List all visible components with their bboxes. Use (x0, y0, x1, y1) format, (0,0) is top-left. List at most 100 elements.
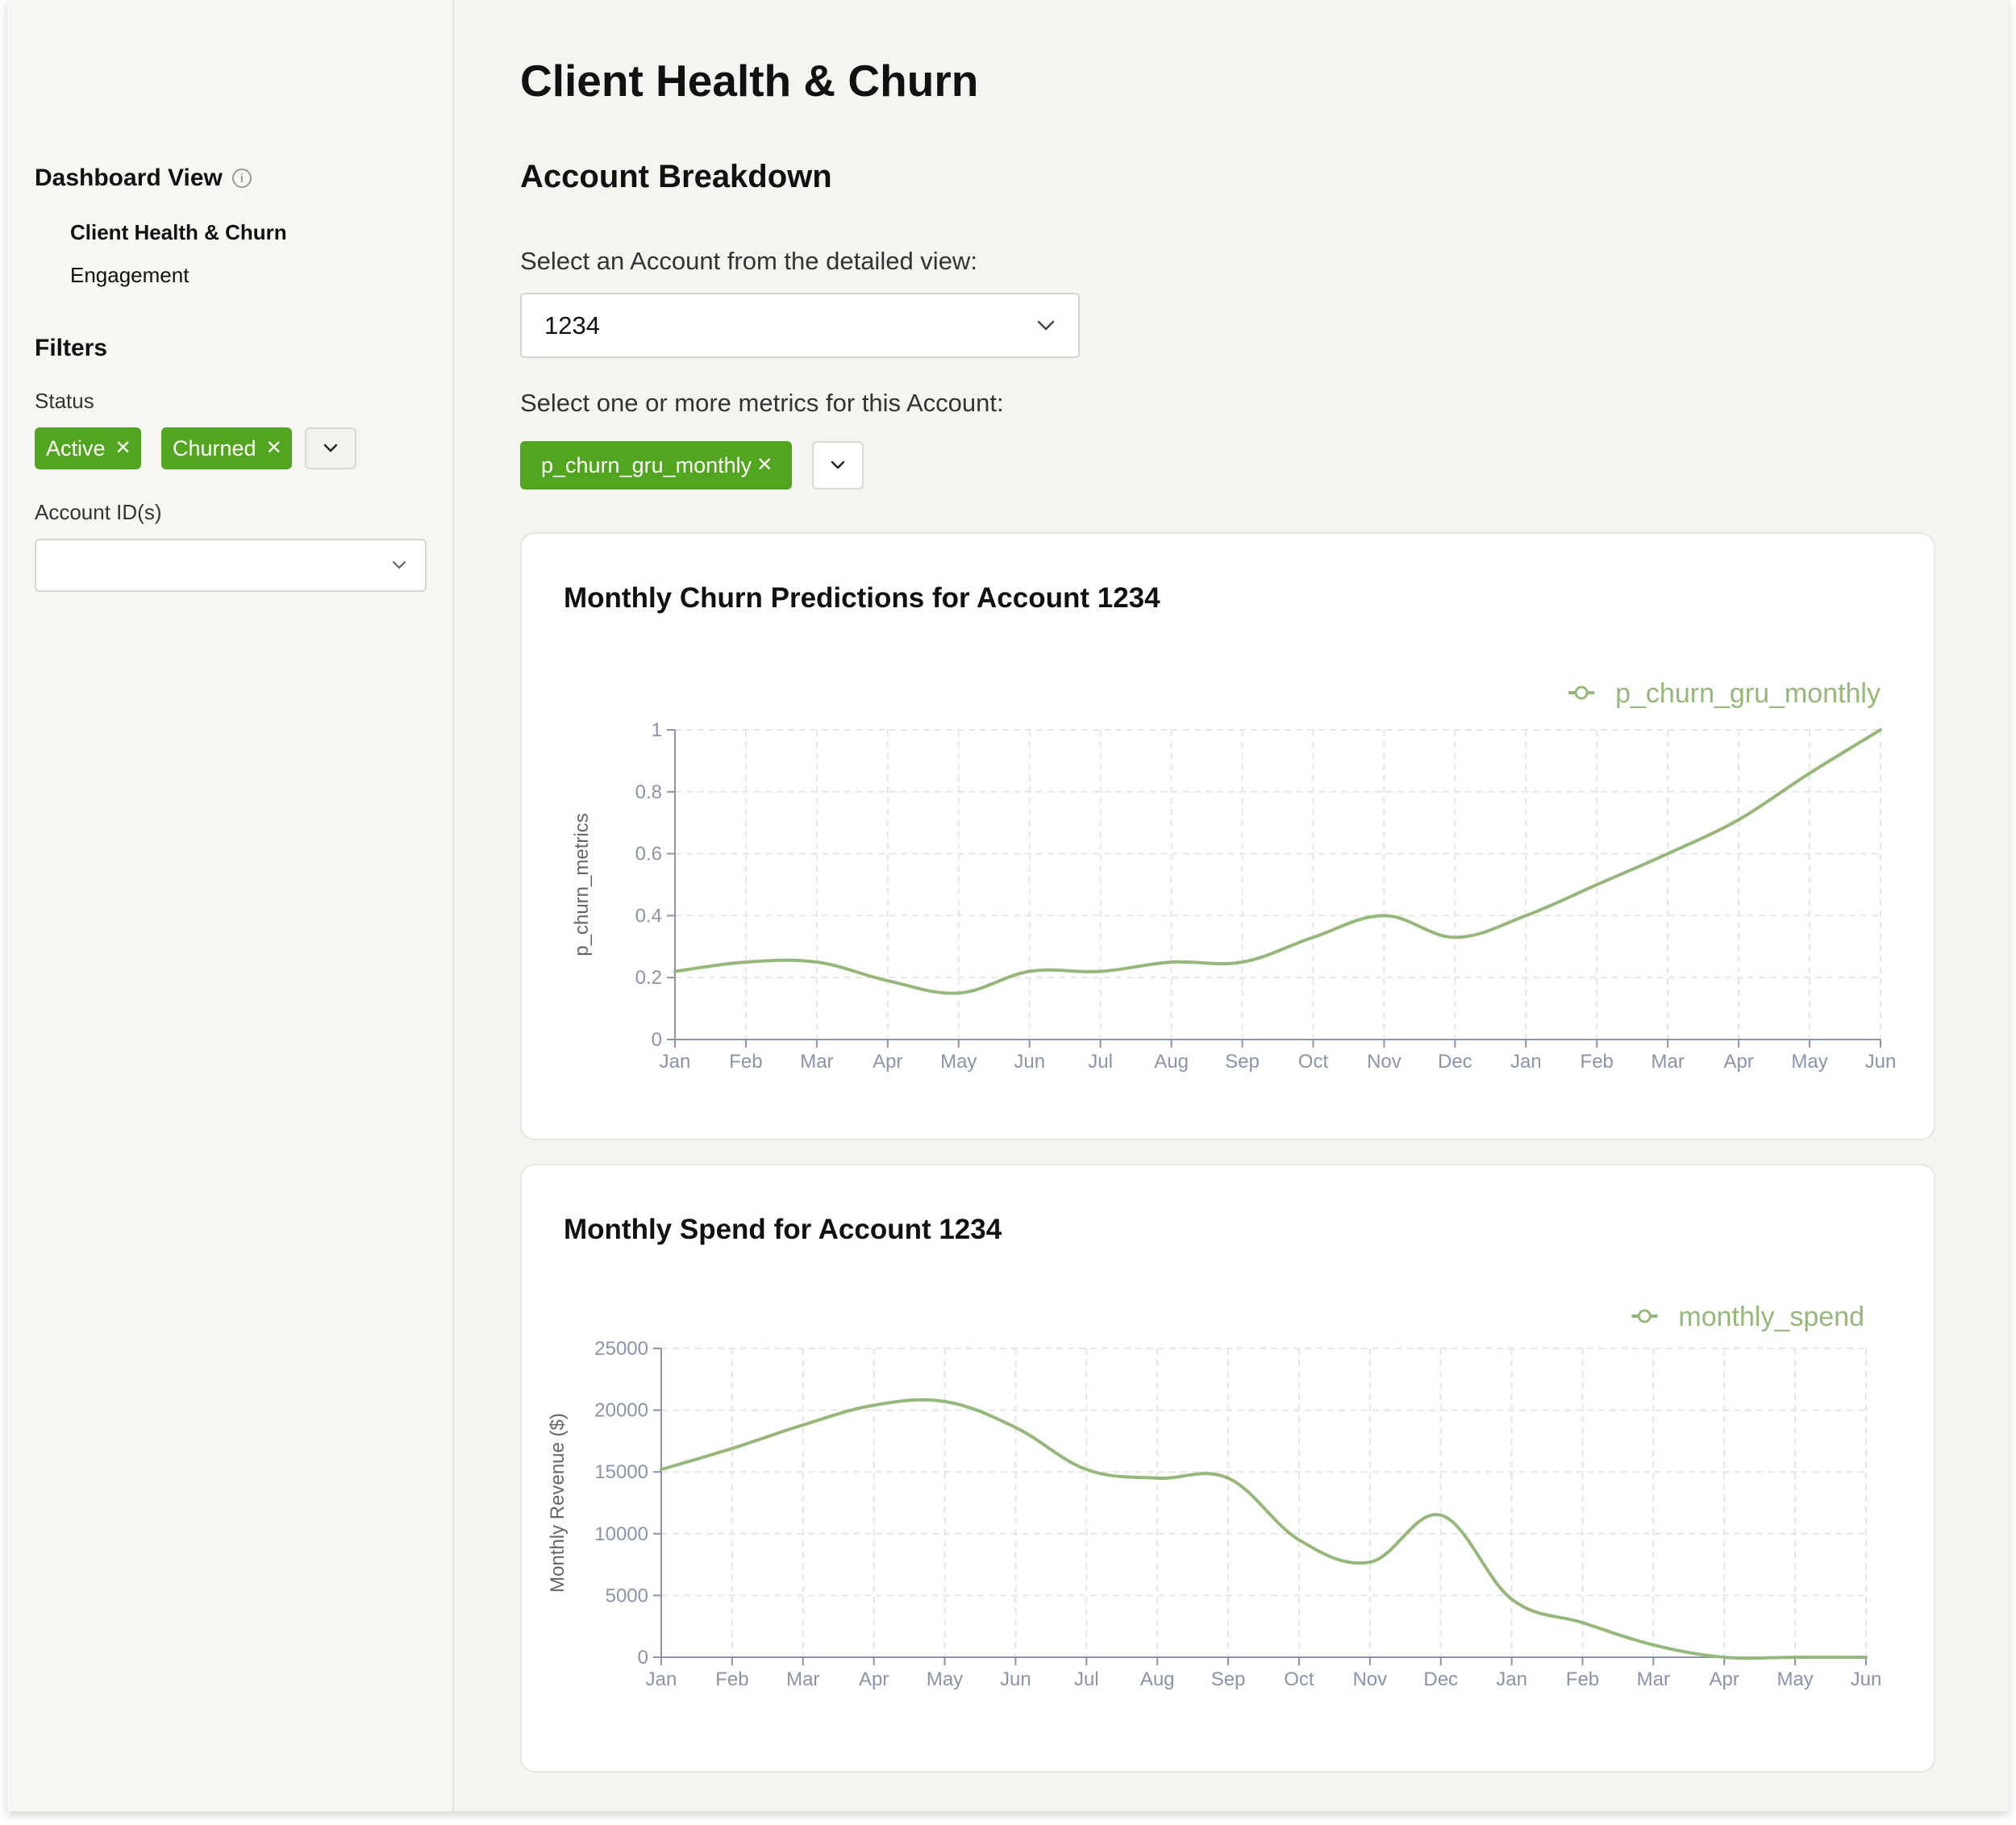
data-point (1368, 1560, 1372, 1565)
y-tick-label: 1 (652, 719, 662, 741)
info-circle-icon[interactable]: i (231, 169, 252, 188)
data-point (1310, 935, 1315, 940)
y-tick-label: 0 (652, 1029, 662, 1051)
metrics-dropdown-button[interactable] (812, 441, 864, 490)
data-point (1793, 1655, 1797, 1660)
app-window: Dashboard View i Client Health & Churn E… (7, 0, 2009, 1811)
chart-legend: p_churn_gru_monthly (1568, 678, 1881, 709)
x-tick-label: Jun (1014, 1051, 1045, 1073)
x-tick-label: Oct (1298, 1051, 1329, 1073)
x-tick-label: Apr (1710, 1669, 1739, 1690)
data-point (1878, 727, 1883, 732)
x-tick-label: Jan (1510, 1051, 1542, 1073)
x-tick-label: Feb (1581, 1051, 1614, 1073)
x-tick-label: Jun (1851, 1669, 1882, 1690)
close-icon[interactable]: ✕ (756, 456, 773, 475)
y-tick-label: 0.8 (635, 781, 662, 803)
chevron-down-icon (831, 460, 845, 469)
nav-item-client-health[interactable]: Client Health & Churn (70, 220, 287, 245)
x-tick-label: Apr (1723, 1051, 1753, 1073)
x-tick-label: Dec (1438, 1051, 1472, 1073)
x-tick-label: Nov (1352, 1669, 1387, 1690)
x-tick-label: Feb (1566, 1669, 1599, 1690)
data-point (1594, 882, 1599, 887)
data-point (1510, 1597, 1514, 1602)
legend-marker (1574, 685, 1589, 700)
data-point (1297, 1537, 1302, 1542)
x-tick-label: May (940, 1051, 977, 1073)
x-tick-label: Jan (660, 1051, 691, 1073)
data-point (943, 1399, 948, 1404)
dashboard-view-title: Dashboard View (35, 165, 223, 191)
x-tick-label: Feb (729, 1051, 762, 1073)
x-tick-label: Mar (800, 1051, 833, 1073)
series-line (660, 1398, 1868, 1660)
status-label: Status (35, 389, 94, 413)
data-point (885, 978, 890, 983)
section-title: Account Breakdown (520, 159, 832, 194)
close-icon[interactable]: ✕ (266, 439, 282, 458)
x-tick-label: Sep (1211, 1669, 1246, 1690)
status-chip-active[interactable]: Active ✕ (35, 427, 141, 469)
y-tick-label: 25000 (594, 1338, 648, 1360)
data-point (872, 1402, 877, 1407)
data-point (1651, 1643, 1656, 1648)
y-tick-label: 0.4 (635, 905, 662, 927)
x-tick-label: Nov (1367, 1051, 1402, 1073)
x-tick-label: May (1791, 1051, 1827, 1073)
filters-heading: Filters (35, 335, 107, 362)
nav-item-engagement[interactable]: Engagement (70, 263, 189, 288)
x-tick-label: Jul (1074, 1669, 1099, 1690)
dashboard-view-heading: Dashboard View i (35, 165, 252, 192)
x-tick-label: May (927, 1669, 963, 1690)
y-tick-label: 5000 (606, 1585, 648, 1606)
x-tick-label: Jun (1000, 1669, 1031, 1690)
y-axis-label: p_churn_metrics (571, 813, 593, 956)
status-chip-churned[interactable]: Churned ✕ (161, 427, 292, 469)
x-tick-label: Jul (1088, 1051, 1113, 1073)
data-point (1452, 935, 1457, 940)
data-point (744, 960, 748, 965)
data-point (673, 969, 677, 974)
status-chip-label: Active (46, 435, 106, 460)
x-tick-label: Oct (1284, 1669, 1314, 1690)
account-ids-label: Account ID(s) (35, 500, 162, 524)
data-point (814, 960, 819, 965)
x-tick-label: Mar (1652, 1051, 1685, 1073)
churn-chart-card: Monthly Churn Predictions for Account 12… (520, 532, 1935, 1140)
x-tick-label: Jun (1865, 1051, 1897, 1073)
x-tick-label: Jan (1496, 1669, 1527, 1690)
legend-marker (1637, 1309, 1652, 1323)
metrics-select-label: Select one or more metrics for this Acco… (520, 389, 1004, 417)
series-line (673, 728, 1882, 995)
spend-line-chart: 0 5000 10000 15000 20000 25000 Jan Feb Mar Apr May… (547, 1302, 1882, 1690)
chart-legend: monthly_spend (1631, 1302, 1864, 1332)
data-point (1807, 771, 1812, 776)
x-tick-label: Apr (873, 1051, 902, 1073)
data-point (1580, 1620, 1585, 1625)
y-tick-label: 10000 (594, 1523, 648, 1545)
page-title: Client Health & Churn (520, 56, 979, 106)
data-point (1098, 969, 1103, 974)
legend-label: monthly_spend (1678, 1302, 1864, 1332)
account-select[interactable]: 1234 (520, 293, 1080, 358)
chevron-down-icon (1037, 320, 1055, 330)
metric-chip[interactable]: p_churn_gru_monthly ✕ (520, 441, 793, 490)
y-tick-label: 0.6 (635, 844, 662, 865)
x-tick-label: May (1776, 1669, 1813, 1690)
data-point (1523, 913, 1528, 918)
data-point (1864, 1655, 1868, 1660)
data-point (730, 1446, 735, 1451)
data-point (1240, 960, 1245, 965)
close-icon[interactable]: ✕ (115, 439, 131, 458)
account-select-value: 1234 (544, 310, 600, 340)
data-point (1665, 852, 1670, 856)
y-tick-label: 0 (638, 1647, 648, 1669)
data-point (1169, 960, 1174, 965)
x-tick-label: Sep (1225, 1051, 1260, 1073)
data-point (1439, 1513, 1443, 1518)
sidebar: Dashboard View i Client Health & Churn E… (7, 0, 454, 1811)
status-dropdown-button[interactable] (305, 427, 356, 469)
chevron-down-icon (323, 444, 338, 452)
account-ids-select[interactable] (35, 539, 427, 592)
